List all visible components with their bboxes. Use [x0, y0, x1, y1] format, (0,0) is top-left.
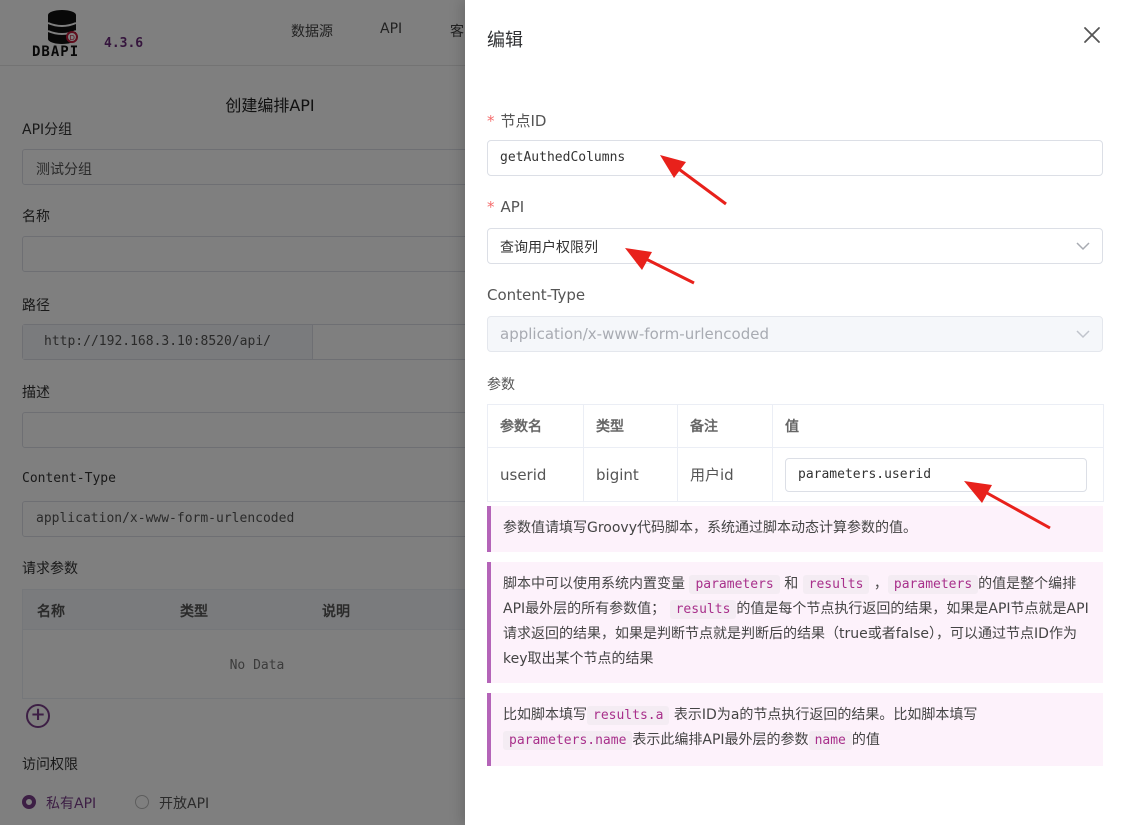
- tip-text: 和: [784, 576, 799, 592]
- header-value: 值: [772, 404, 1104, 448]
- required-mark: *: [487, 198, 495, 216]
- table-row: userid bigint 用户id parameters.userid: [487, 447, 1104, 502]
- code-parameters: parameters: [689, 575, 780, 594]
- tip-example: 比如脚本填写 results.a 表示ID为a的节点执行返回的结果。比如脚本填写 …: [487, 693, 1103, 766]
- drawer-content-type-select: application/x-www-form-urlencoded: [487, 316, 1103, 352]
- api-select[interactable]: 查询用户权限列: [487, 228, 1103, 264]
- tip-text: 的值: [851, 732, 880, 748]
- params-table-header: 参数名 类型 备注 值: [487, 404, 1104, 448]
- code-parameters-name: parameters.name: [503, 731, 633, 750]
- edit-drawer: 编辑 * 节点ID getAuthedColumns * API 查询用户权限列 C…: [465, 0, 1125, 825]
- tip-variables: 脚本中可以使用系统内置变量 parameters 和 results ， para…: [487, 562, 1103, 683]
- params-table: 参数名 类型 备注 值 userid bigint 用户id parameter…: [487, 404, 1104, 502]
- cell-type: bigint: [583, 447, 678, 502]
- required-mark: *: [487, 112, 495, 130]
- api-label: * API: [487, 198, 524, 216]
- node-id-input[interactable]: getAuthedColumns: [487, 140, 1103, 176]
- tip-text: 脚本中可以使用系统内置变量: [503, 576, 685, 592]
- node-id-label: * 节点ID: [487, 110, 546, 131]
- node-id-value: getAuthedColumns: [500, 150, 626, 165]
- code-parameters: parameters: [887, 575, 979, 594]
- api-label-text: API: [500, 198, 525, 216]
- node-id-label-text: 节点ID: [500, 112, 547, 130]
- header-remark: 备注: [677, 404, 773, 448]
- tip-text: 表示此编排API最外层的参数: [632, 732, 809, 748]
- tip-groovy-text: 参数值请填写Groovy代码脚本，系统通过脚本动态计算参数的值。: [503, 520, 917, 536]
- tip-groovy: 参数值请填写Groovy代码脚本，系统通过脚本动态计算参数的值。: [487, 506, 1103, 552]
- tip-text: 表示ID为a的节点执行返回的结果。比如脚本填写: [673, 707, 978, 723]
- cell-value: parameters.userid: [772, 447, 1104, 502]
- tip-text: 比如脚本填写: [503, 707, 587, 723]
- cell-remark: 用户id: [677, 447, 773, 502]
- header-param-name: 参数名: [487, 404, 584, 448]
- api-select-value: 查询用户权限列: [500, 240, 598, 256]
- param-value-text: parameters.userid: [798, 466, 932, 482]
- chevron-down-icon: [1076, 330, 1090, 339]
- code-results: results: [669, 600, 737, 619]
- drawer-content-type-label: Content-Type: [487, 286, 586, 304]
- params-label: 参数: [487, 377, 515, 393]
- param-value-input[interactable]: parameters.userid: [785, 457, 1087, 492]
- code-results-a: results.a: [587, 706, 670, 725]
- drawer-title: 编辑: [487, 30, 523, 51]
- cell-param-name: userid: [487, 447, 584, 502]
- header-type: 类型: [583, 404, 678, 448]
- code-results: results: [802, 575, 870, 594]
- drawer-content-type-placeholder: application/x-www-form-urlencoded: [500, 325, 769, 343]
- chevron-down-icon: [1076, 242, 1090, 251]
- tip-text: ，: [873, 576, 888, 592]
- close-icon[interactable]: [1081, 24, 1103, 46]
- code-name: name: [808, 731, 852, 750]
